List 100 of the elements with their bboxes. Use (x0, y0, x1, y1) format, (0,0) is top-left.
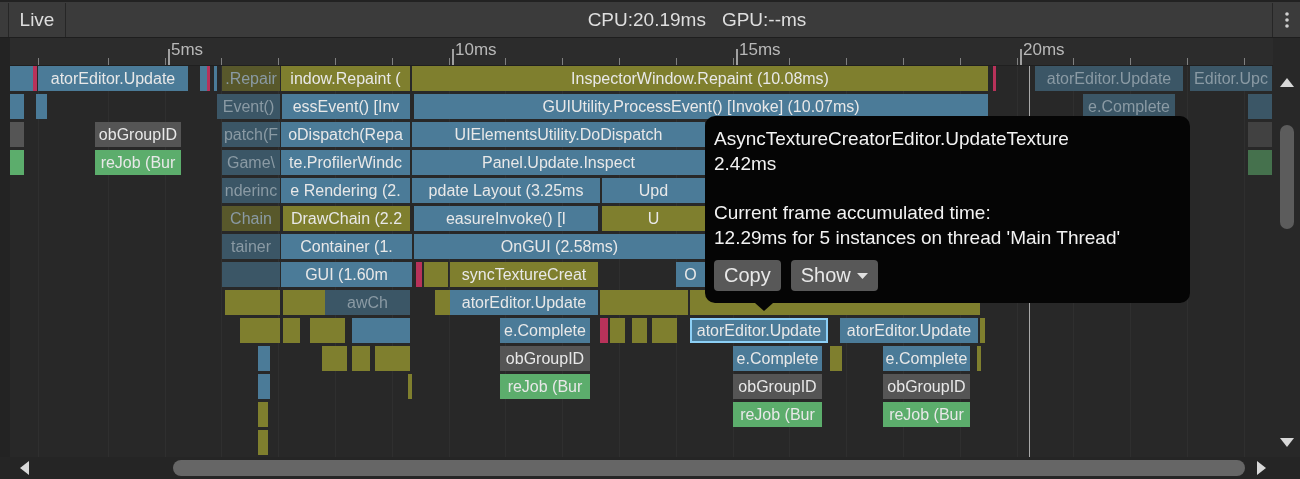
show-dropdown[interactable]: Show (790, 260, 878, 291)
scrollbar-thumb[interactable] (1279, 125, 1294, 229)
marker-sliver[interactable] (258, 374, 270, 399)
marker-block[interactable]: indow.Repaint ( (281, 66, 410, 91)
marker-block[interactable]: Editor.Upc (1190, 66, 1272, 91)
marker-sliver[interactable] (408, 374, 412, 399)
marker-block[interactable]: Panel.Update.Inspect (412, 150, 705, 175)
marker-block[interactable]: U (602, 206, 705, 231)
marker-sliver[interactable] (10, 150, 24, 175)
marker-sliver[interactable] (10, 94, 24, 119)
marker-block[interactable]: Chain (222, 206, 280, 231)
marker-sliver[interactable] (830, 346, 842, 371)
scroll-left-icon[interactable] (20, 461, 29, 475)
marker-block[interactable]: obGroupID (883, 374, 970, 399)
marker-sliver[interactable] (258, 402, 268, 427)
marker-block[interactable]: patch(F (222, 122, 280, 147)
marker-block[interactable]: atorEditor.Update (38, 66, 188, 91)
scroll-down-icon[interactable] (1279, 438, 1294, 447)
marker-block[interactable]: Upd (602, 178, 705, 203)
marker-block[interactable]: easureInvoke() [I (414, 206, 598, 231)
marker-block[interactable]: GUIUtility.ProcessEvent() [Invoke] (10.07ms) (414, 94, 988, 119)
marker-sliver[interactable] (1248, 94, 1272, 119)
marker-block[interactable]: reJob (Bur (883, 402, 970, 427)
marker-sliver[interactable] (375, 346, 410, 371)
marker-block[interactable]: atorEditor.Update (450, 290, 598, 315)
marker-block[interactable]: reJob (Bur (733, 402, 822, 427)
marker-block[interactable]: Game\ (222, 150, 280, 175)
caret-icon (856, 272, 868, 279)
marker-block[interactable]: nderinc (222, 178, 280, 203)
marker-block[interactable]: tainer (222, 234, 280, 259)
marker-sliver[interactable] (632, 318, 647, 343)
marker-sliver[interactable] (283, 290, 325, 315)
marker-sliver[interactable] (240, 318, 280, 343)
marker-block[interactable]: syncTextureCreat (450, 262, 598, 287)
marker-sliver[interactable] (322, 346, 347, 371)
marker-block[interactable]: .Repair (222, 66, 280, 91)
marker-block[interactable]: Container (1. (281, 234, 412, 259)
marker-sliver[interactable] (435, 290, 450, 315)
marker-block[interactable]: OnGUI (2.58ms) (414, 234, 705, 259)
marker-sliver[interactable] (222, 262, 280, 287)
marker-block[interactable]: obGroupID (733, 374, 822, 399)
marker-sliver[interactable] (352, 318, 410, 343)
marker-sliver[interactable] (225, 290, 280, 315)
marker-block[interactable]: te.ProfilerWindc (281, 150, 410, 175)
marker-block[interactable]: atorEditor.Update (840, 318, 978, 343)
marker-block[interactable]: pdate Layout (3.25ms (412, 178, 600, 203)
marker-block[interactable]: InspectorWindow.Repaint (10.08ms) (412, 66, 988, 91)
marker-sliver[interactable] (258, 430, 268, 455)
marker-block[interactable]: essEvent() [Inv (282, 94, 410, 119)
live-button[interactable]: Live (8, 2, 66, 37)
marker-block[interactable]: atorEditor.Update (690, 318, 828, 343)
marker-sliver[interactable] (10, 66, 33, 91)
marker-sliver[interactable] (310, 318, 345, 343)
copy-button[interactable]: Copy (714, 260, 781, 291)
marker-sliver[interactable] (207, 66, 210, 91)
marker-sliver[interactable] (200, 66, 207, 91)
marker-sliver[interactable] (977, 346, 981, 371)
scrollbar-thumb[interactable] (173, 460, 1245, 476)
marker-block[interactable]: obGroupID (95, 122, 181, 147)
marker-sliver[interactable] (36, 94, 47, 119)
marker-sliver[interactable] (258, 346, 270, 371)
marker-sliver[interactable] (1248, 122, 1272, 147)
marker-sliver[interactable] (993, 66, 996, 91)
marker-block[interactable]: atorEditor.Update (1035, 66, 1183, 91)
marker-block[interactable]: reJob (Bur (500, 374, 590, 399)
time-label: 20ms (1023, 40, 1065, 60)
marker-sliver[interactable] (33, 66, 37, 91)
marker-block[interactable]: GUI (1.60m (281, 262, 412, 287)
marker-block[interactable]: e Rendering (2. (281, 178, 410, 203)
marker-sliver[interactable] (610, 318, 625, 343)
marker-sliver[interactable] (600, 318, 608, 343)
marker-block[interactable]: awCh (325, 290, 410, 315)
marker-block[interactable]: e.Complete (883, 346, 970, 371)
marker-sliver[interactable] (416, 262, 422, 287)
time-label: 5ms (171, 40, 204, 60)
marker-block[interactable]: oDispatch(Repa (281, 122, 410, 147)
marker-sliver[interactable] (214, 66, 217, 91)
marker-sliver[interactable] (424, 262, 448, 287)
marker-sliver[interactable] (980, 318, 985, 343)
tooltip-title: AsyncTextureCreatorEditor.UpdateTexture (714, 127, 1070, 151)
tooltip-caption: Current frame accumulated time: (714, 201, 992, 225)
time-label: 10ms (455, 40, 497, 60)
marker-sliver[interactable] (1248, 150, 1272, 175)
marker-block[interactable]: DrawChain (2.2 (283, 206, 410, 231)
marker-block[interactable]: reJob (Bur (95, 150, 181, 175)
marker-block[interactable]: UIElementsUtility.DoDispatch (412, 122, 705, 147)
marker-sliver[interactable] (10, 122, 24, 147)
marker-block[interactable]: e.Complete (500, 318, 590, 343)
marker-sliver[interactable] (352, 346, 370, 371)
scroll-up-icon[interactable] (1279, 78, 1294, 87)
marker-sliver[interactable] (283, 318, 300, 343)
time-label: 15ms (739, 40, 781, 60)
marker-block[interactable]: O (676, 262, 705, 287)
marker-block[interactable]: Event() (217, 94, 280, 119)
scroll-right-icon[interactable] (1257, 461, 1266, 475)
tooltip-time: 2.42ms (714, 152, 778, 176)
marker-sliver[interactable] (652, 318, 677, 343)
marker-block[interactable]: e.Complete (733, 346, 822, 371)
marker-sliver[interactable] (600, 290, 688, 315)
marker-block[interactable]: obGroupID (500, 346, 590, 371)
